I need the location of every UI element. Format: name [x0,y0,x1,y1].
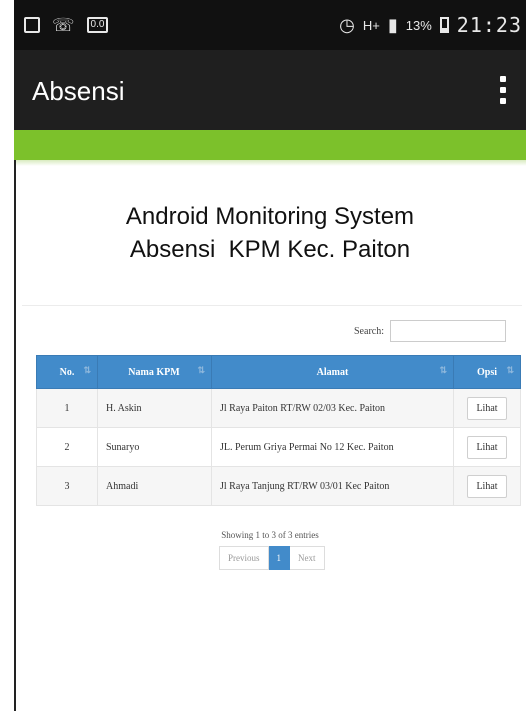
sort-icon: ⇅ [439,365,447,375]
network-type-label: H+ [362,17,380,33]
clock: 21:23 [456,13,522,37]
page-title-line1: Android Monitoring System [125,203,415,230]
page-title-line2: Absensi KPM Kec. Paiton [129,236,411,263]
cell-no: 1 [36,388,98,428]
column-header-opsi[interactable]: Opsi ⇅ [453,355,521,389]
table-row: 3 Ahmadi Jl Raya Tanjung RT/RW 03/01 Kec… [36,466,521,506]
divider [22,305,522,306]
column-header-nama[interactable]: Nama KPM ⇅ [97,355,212,389]
cell-nama: Ahmadi [97,466,212,506]
battery-icon [439,17,449,33]
table-row: 2 Sunaryo JL. Perum Griya Permai No 12 K… [36,427,521,467]
lihat-button[interactable]: Lihat [467,396,507,420]
column-header-alamat[interactable]: Alamat ⇅ [211,355,454,389]
search-label: Search: [354,325,384,337]
cell-alamat: Jl Raya Paiton RT/RW 02/03 Kec. Paiton [211,388,454,428]
overflow-menu-icon[interactable] [500,76,506,104]
table-info: Showing 1 to 3 of 3 entries [221,530,319,540]
app-title: Absensi [32,76,125,106]
sort-icon: ⇅ [506,365,514,375]
pagination-previous[interactable]: Previous [219,546,269,570]
table-header-row: No. ⇅ Nama KPM ⇅ Alamat ⇅ Opsi ⇅ [36,355,521,389]
search-area: Search: [354,320,506,342]
cell-nama: H. Askin [97,388,212,428]
search-input[interactable] [390,320,506,342]
cell-nama: Sunaryo [97,427,212,467]
cell-no: 3 [36,466,98,506]
cell-alamat: Jl Raya Tanjung RT/RW 03/01 Kec Paiton [211,466,454,506]
pagination: Previous 1 Next [219,546,325,570]
table-row: 1 H. Askin Jl Raya Paiton RT/RW 02/03 Ke… [36,388,521,428]
cell-opsi: Lihat [453,388,521,428]
battery-percent: 13% [405,17,432,33]
app-bar: Absensi [14,50,526,130]
cell-opsi: Lihat [453,427,521,467]
status-bar: ☏ 0.0 ◷ H+ ▮ 13% 21:23 [14,0,526,50]
cell-no: 2 [36,427,98,467]
attendance-table: No. ⇅ Nama KPM ⇅ Alamat ⇅ Opsi ⇅ 1 H. Askin … [36,355,521,506]
pagination-next[interactable]: Next [290,546,325,570]
page-title: Android Monitoring System Absensi KPM Ke… [14,200,526,266]
image-notification-icon [24,17,40,33]
phone-screen: ☏ 0.0 ◷ H+ ▮ 13% 21:23 Absensi Android M… [14,0,526,711]
notification-chip-icon: 0.0 [86,17,109,33]
column-header-no[interactable]: No. ⇅ [36,355,98,389]
cell-alamat: JL. Perum Griya Permai No 12 Kec. Paiton [211,427,454,467]
accent-bar [14,130,526,166]
alarm-icon: ◷ [339,14,355,35]
cell-opsi: Lihat [453,466,521,506]
wifi-icon: ☏ [52,15,75,35]
lihat-button[interactable]: Lihat [467,474,507,498]
sort-icon: ⇅ [197,365,205,375]
signal-icon: ▮ [387,14,398,35]
lihat-button[interactable]: Lihat [467,435,507,459]
pagination-page-1[interactable]: 1 [268,546,290,570]
sort-icon: ⇅ [83,365,91,375]
